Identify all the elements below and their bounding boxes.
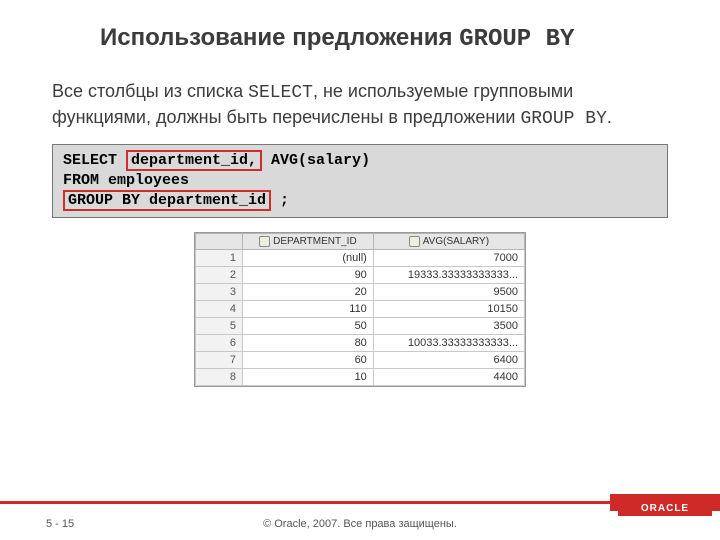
col-header-dept: DEPARTMENT_ID	[243, 234, 374, 250]
table-row: 7606400	[196, 352, 525, 369]
sql-line-3: GROUP BY department_id ;	[63, 191, 657, 211]
sql-code-block: SELECT department_id, AVG(salary) FROM e…	[52, 144, 668, 219]
col-header-avg-label: AVG(SALARY)	[423, 236, 489, 247]
table-row: 3209500	[196, 284, 525, 301]
body-text-3: .	[607, 107, 612, 127]
row-num: 7	[196, 352, 243, 369]
cell-avg: 4400	[373, 369, 524, 386]
column-icon	[259, 236, 270, 247]
footer-accent-line	[0, 501, 720, 504]
table-row: 5503500	[196, 318, 525, 335]
column-icon	[409, 236, 420, 247]
cell-avg: 19333.33333333333...	[373, 267, 524, 284]
rownum-header	[196, 234, 243, 250]
copyright-text: © Oracle, 2007. Все права защищены.	[0, 518, 720, 530]
oracle-logo: ORACLE	[618, 501, 712, 516]
cell-dept: 80	[243, 335, 374, 352]
cell-dept: 110	[243, 301, 374, 318]
row-num: 6	[196, 335, 243, 352]
table-row: 8104400	[196, 369, 525, 386]
sql-highlight-groupby: GROUP BY department_id	[63, 190, 271, 211]
table-row: 411010150	[196, 301, 525, 318]
sql-select-kw: SELECT	[63, 152, 126, 169]
row-num: 4	[196, 301, 243, 318]
sql-line-2: FROM employees	[63, 171, 657, 191]
sql-highlight-column: department_id,	[126, 150, 262, 171]
body-kw-groupby: GROUP BY	[520, 109, 606, 129]
body-text-1: Все столбцы из списка	[52, 81, 248, 101]
row-num: 3	[196, 284, 243, 301]
table-row: 1(null)7000	[196, 250, 525, 267]
body-paragraph: Все столбцы из списка SELECT, не использ…	[52, 79, 668, 132]
table-row: 29019333.33333333333...	[196, 267, 525, 284]
col-header-avg: AVG(SALARY)	[373, 234, 524, 250]
cell-dept: 90	[243, 267, 374, 284]
title-text: Использование предложения	[100, 24, 459, 51]
result-table: DEPARTMENT_ID AVG(SALARY) 1(null)7000 29…	[195, 233, 525, 386]
table-header-row: DEPARTMENT_ID AVG(SALARY)	[196, 234, 525, 250]
row-num: 2	[196, 267, 243, 284]
slide: Использование предложения GROUP BY Все с…	[0, 0, 720, 540]
cell-avg: 10150	[373, 301, 524, 318]
cell-dept: 10	[243, 369, 374, 386]
col-header-dept-label: DEPARTMENT_ID	[273, 236, 357, 247]
body-kw-select: SELECT	[248, 83, 313, 103]
cell-dept: 60	[243, 352, 374, 369]
cell-avg: 10033.33333333333...	[373, 335, 524, 352]
sql-agg: AVG(salary)	[262, 152, 370, 169]
table-row: 68010033.33333333333...	[196, 335, 525, 352]
cell-avg: 7000	[373, 250, 524, 267]
sql-semicolon: ;	[271, 192, 289, 209]
cell-dept: (null)	[243, 250, 374, 267]
title-keyword: GROUP BY	[459, 26, 574, 53]
row-num: 1	[196, 250, 243, 267]
cell-avg: 3500	[373, 318, 524, 335]
row-num: 5	[196, 318, 243, 335]
row-num: 8	[196, 369, 243, 386]
result-grid: DEPARTMENT_ID AVG(SALARY) 1(null)7000 29…	[194, 232, 526, 387]
cell-dept: 20	[243, 284, 374, 301]
cell-avg: 6400	[373, 352, 524, 369]
cell-dept: 50	[243, 318, 374, 335]
table-body: 1(null)7000 29019333.33333333333... 3209…	[196, 250, 525, 386]
sql-line-1: SELECT department_id, AVG(salary)	[63, 151, 657, 171]
slide-title: Использование предложения GROUP BY	[100, 24, 680, 53]
cell-avg: 9500	[373, 284, 524, 301]
